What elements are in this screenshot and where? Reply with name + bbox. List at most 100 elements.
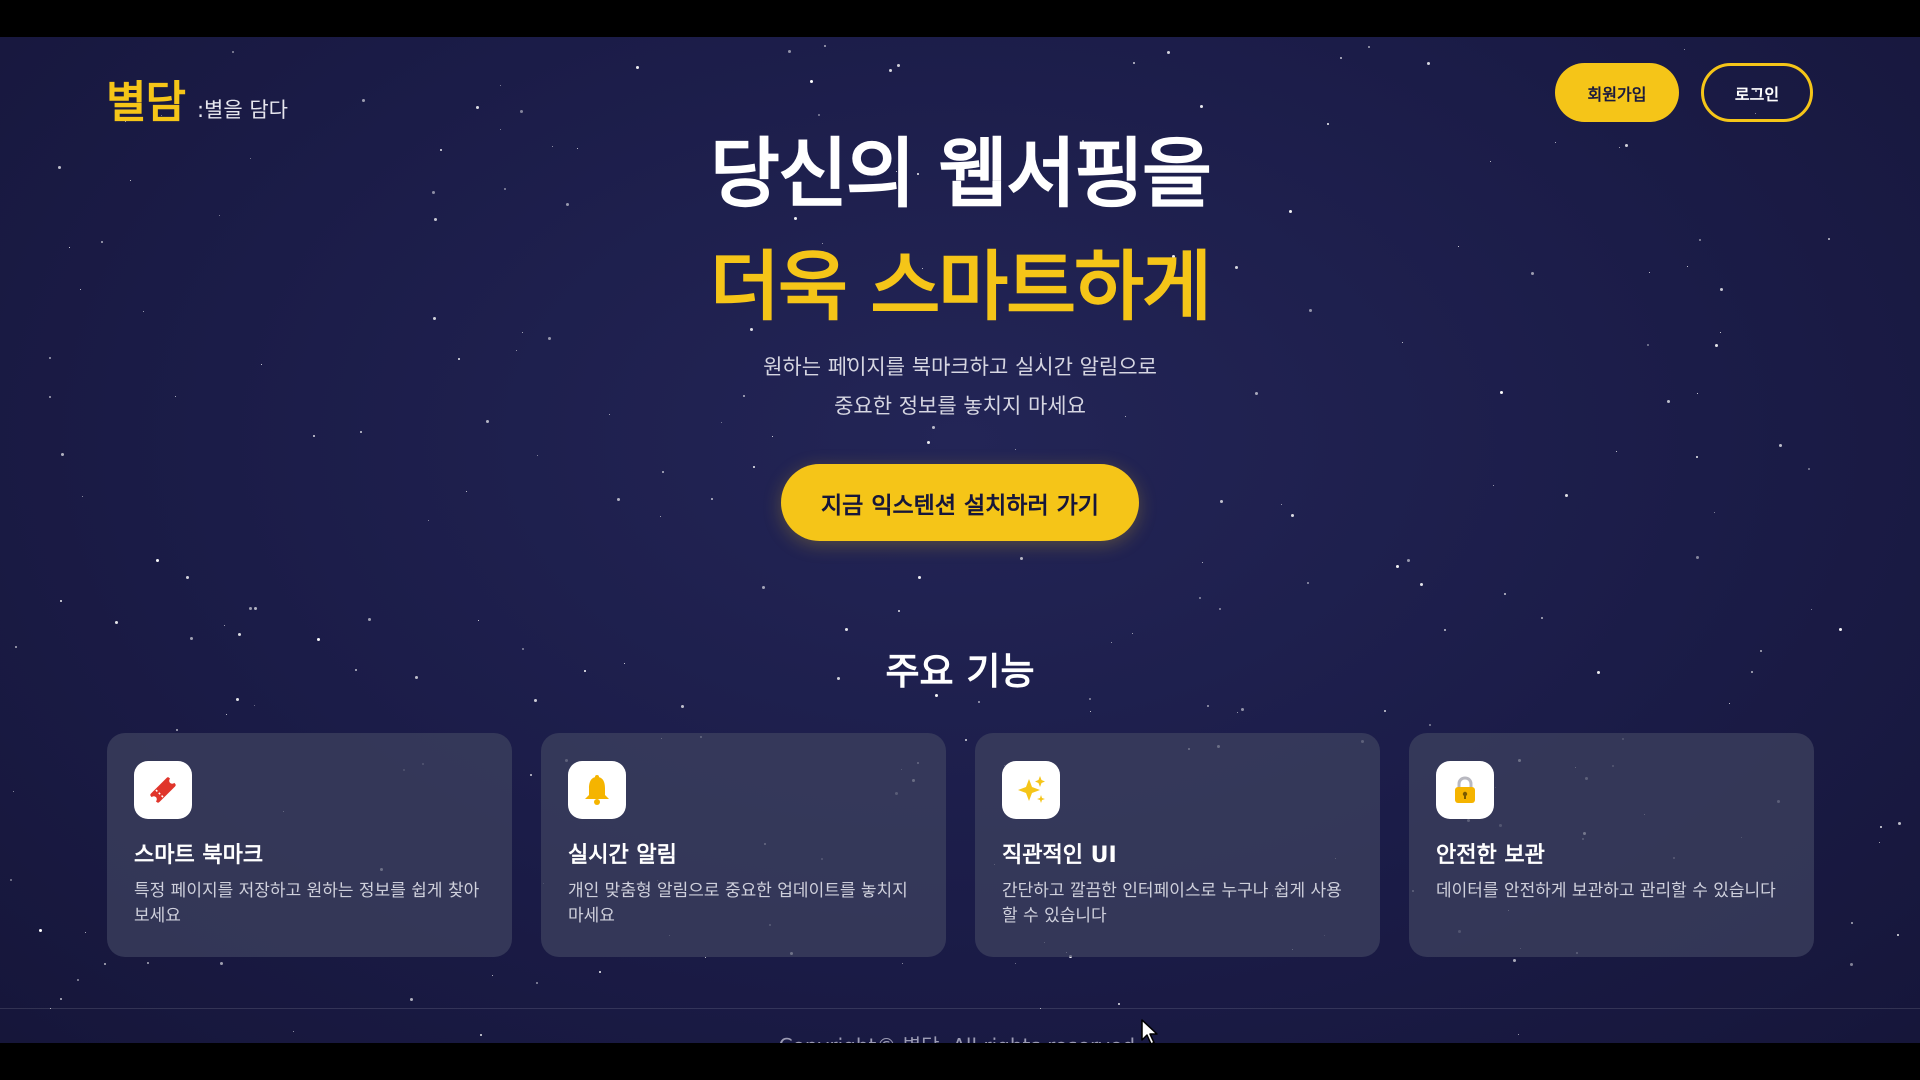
star (104, 963, 106, 965)
star (1696, 456, 1698, 458)
star (530, 774, 532, 776)
star (932, 426, 935, 429)
star (1504, 593, 1506, 595)
star (1897, 934, 1899, 936)
video-letterbox-top (0, 0, 1920, 37)
star (1219, 608, 1221, 610)
star (1015, 963, 1016, 964)
star (1714, 512, 1715, 513)
star (711, 498, 713, 500)
star (60, 600, 62, 602)
star (1340, 57, 1342, 59)
star (39, 929, 42, 932)
star (902, 963, 903, 964)
star (313, 435, 315, 437)
star (636, 66, 639, 69)
star (1729, 703, 1730, 704)
star (1015, 449, 1016, 450)
star (1202, 562, 1203, 563)
video-letterbox-bottom (0, 1043, 1920, 1080)
star (1199, 597, 1201, 599)
feature-description: 간단하고 깔끔한 인터페이스로 누구나 쉽게 사용할 수 있습니다 (1002, 881, 1342, 926)
sparkles-icon (1002, 761, 1060, 819)
star (1402, 342, 1403, 343)
feature-card-ui: 직관적인 UI 간단하고 깔끔한 인터페이스로 누구나 쉽게 사용할 수 있습니… (975, 733, 1380, 957)
star (1647, 344, 1649, 346)
star (1616, 451, 1617, 452)
star (1898, 822, 1901, 825)
feature-title: 실시간 알림 (568, 843, 677, 868)
star (1850, 963, 1853, 966)
star (1493, 485, 1494, 486)
star (1808, 468, 1810, 470)
star (500, 85, 501, 86)
star (226, 714, 227, 715)
star (1133, 62, 1135, 64)
install-extension-button[interactable]: 지금 익스텐션 설치하러 가기 (781, 464, 1139, 541)
star (1368, 46, 1370, 48)
star (772, 436, 773, 437)
feature-card-security: 안전한 보관 데이터를 안전하게 보관하고 관리할 수 있습니다 (1409, 733, 1814, 957)
hero-headline-line1: 당신의 웹서핑을 (710, 129, 1212, 218)
star (918, 576, 921, 579)
star (1880, 826, 1882, 828)
star (1167, 51, 1170, 54)
star (410, 998, 413, 1001)
star (362, 99, 365, 102)
star (1715, 344, 1718, 347)
star (1427, 62, 1430, 65)
star (476, 106, 479, 109)
star (1020, 557, 1023, 560)
star (147, 962, 149, 964)
bell-icon (568, 761, 626, 819)
star (965, 739, 967, 741)
star (1220, 500, 1223, 503)
star (492, 975, 493, 976)
star (788, 50, 791, 53)
star (254, 607, 257, 610)
star (1090, 711, 1091, 712)
star (115, 621, 118, 624)
star (681, 705, 684, 708)
star (61, 453, 64, 456)
star (662, 471, 664, 473)
feature-description: 개인 맞춤형 알림으로 중요한 업데이트를 놓치지 마세요 (568, 881, 908, 926)
mouse-cursor-icon (1140, 1018, 1160, 1043)
star (534, 699, 537, 702)
star (13, 791, 14, 792)
star (810, 80, 813, 83)
star (548, 337, 551, 340)
bookmark-ticket-icon (134, 761, 192, 819)
star (60, 998, 62, 1000)
star (1879, 842, 1880, 843)
star (1237, 712, 1238, 713)
star (1384, 710, 1386, 712)
star (1200, 105, 1203, 108)
star (1089, 698, 1091, 700)
hero-subtitle-line2: 중요한 정보를 놓치지 마세요 (834, 394, 1086, 418)
star (1839, 628, 1842, 631)
star (599, 971, 601, 973)
star (249, 607, 252, 610)
star (978, 701, 980, 703)
star (1779, 444, 1782, 447)
star (232, 51, 234, 53)
star (1307, 582, 1309, 584)
star (845, 628, 848, 631)
feature-description: 데이터를 안전하게 보관하고 관리할 수 있습니다 (1436, 881, 1776, 901)
star (238, 633, 241, 636)
star (1291, 514, 1294, 517)
star (762, 586, 765, 589)
feature-title: 직관적인 UI (1002, 843, 1117, 868)
star (1429, 724, 1431, 726)
star (1851, 922, 1853, 924)
star (660, 516, 661, 517)
landing-page: 별담 :별을 담다 회원가입 로그인 당신의 웹서핑을 더욱 스마트하게 원하는… (0, 37, 1920, 1043)
star (156, 559, 159, 562)
star (1513, 959, 1516, 962)
star (478, 620, 479, 621)
star (176, 729, 178, 731)
star (927, 441, 930, 444)
star (537, 455, 538, 456)
star (705, 957, 706, 958)
